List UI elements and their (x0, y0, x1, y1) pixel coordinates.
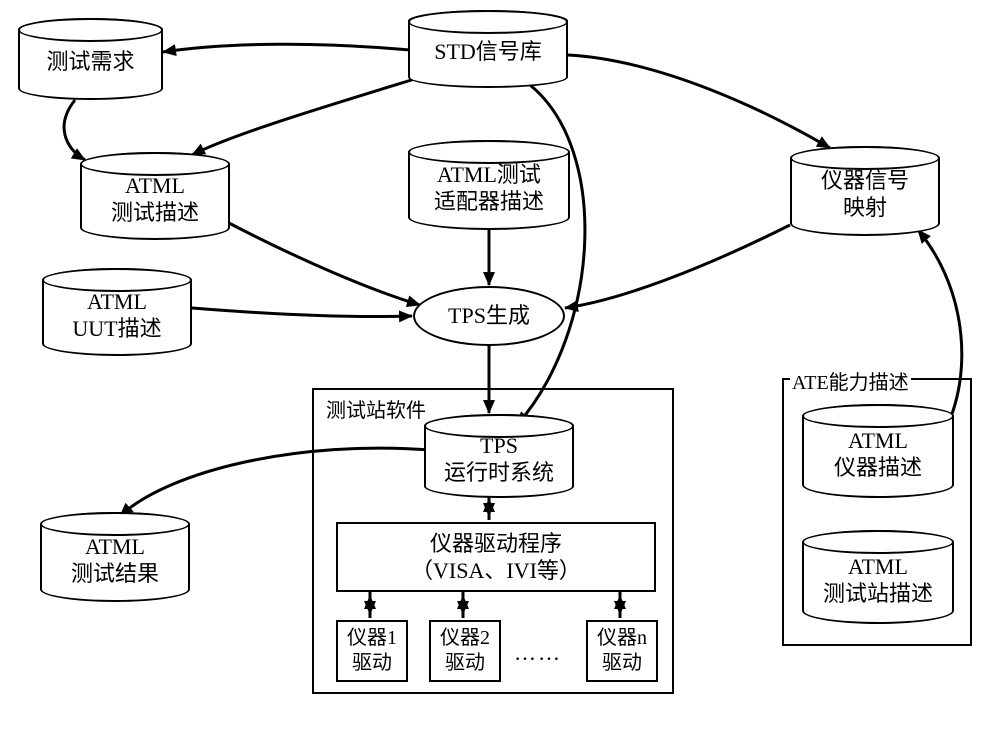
label: 测试需求 (46, 48, 134, 76)
label-line1: ATML (85, 533, 145, 561)
ellipsis: …… (514, 640, 562, 666)
rect-instrument-driver-program: 仪器驱动程序 （VISA、IVI等） (336, 522, 656, 592)
ellipse-tps-generation: TPS生成 (413, 286, 565, 346)
label-line2: （VISA、IVI等） (411, 557, 581, 585)
label-line1: ATML (848, 427, 908, 455)
cylinder-std-signal-library: STD信号库 (408, 10, 568, 88)
cylinder-atml-uut-description: ATML UUT描述 (42, 268, 192, 356)
label-line2: 映射 (843, 194, 887, 222)
group-title: ATE能力描述 (790, 366, 911, 395)
label: STD信号库 (434, 38, 542, 66)
cylinder-atml-test-station-description: ATML 测试站描述 (802, 530, 954, 624)
label-line2: 驱动 (352, 651, 392, 676)
label: TPS生成 (448, 302, 530, 330)
label-line1: 仪器n (597, 626, 647, 651)
label-line1: 仪器2 (440, 626, 490, 651)
label-line2: 测试结果 (71, 560, 159, 588)
label-line2: 适配器描述 (434, 188, 544, 216)
cylinder-test-requirements: 测试需求 (18, 18, 163, 100)
rect-instrument-n-driver: 仪器n 驱动 (586, 620, 658, 682)
cylinder-atml-test-description: ATML 测试描述 (80, 152, 230, 240)
label-line1: ATML (848, 553, 908, 581)
label-line1: 仪器1 (347, 626, 397, 651)
label-line2: UUT描述 (72, 315, 161, 343)
label-line1: ATML测试 (437, 161, 541, 189)
label-line1: TPS (480, 432, 518, 460)
label-line2: 驱动 (602, 651, 642, 676)
label-line1: ATML (125, 172, 185, 200)
diagram-canvas: 测试需求 STD信号库 ATML 测试描述 ATML测试 适配器描述 仪器信号 … (0, 0, 1000, 739)
label-line1: 仪器驱动程序 (430, 530, 562, 558)
label-line2: 驱动 (445, 651, 485, 676)
label-line1: ATML (87, 288, 147, 316)
group-test-station-software: 测试站软件 TPS 运行时系统 仪器驱动程序 （VISA、IVI等） 仪器1 驱… (312, 388, 674, 694)
label-line2: 仪器描述 (834, 454, 922, 482)
cylinder-atml-test-result: ATML 测试结果 (40, 512, 190, 602)
group-title: 测试站软件 (324, 394, 428, 423)
cylinder-atml-test-adapter-description: ATML测试 适配器描述 (408, 140, 570, 230)
cylinder-instrument-signal-mapping: 仪器信号 映射 (790, 146, 940, 236)
group-ate-capability-description: ATE能力描述 ATML 仪器描述 ATML 测试站描述 (782, 378, 972, 646)
rect-instrument-1-driver: 仪器1 驱动 (336, 620, 408, 682)
cylinder-atml-instrument-description: ATML 仪器描述 (802, 404, 954, 498)
label-line2: 测试描述 (111, 199, 199, 227)
label-line2: 运行时系统 (444, 459, 554, 487)
label-line1: 仪器信号 (821, 167, 909, 195)
cylinder-tps-runtime-system: TPS 运行时系统 (424, 414, 574, 498)
label-line2: 测试站描述 (823, 580, 933, 608)
rect-instrument-2-driver: 仪器2 驱动 (429, 620, 501, 682)
